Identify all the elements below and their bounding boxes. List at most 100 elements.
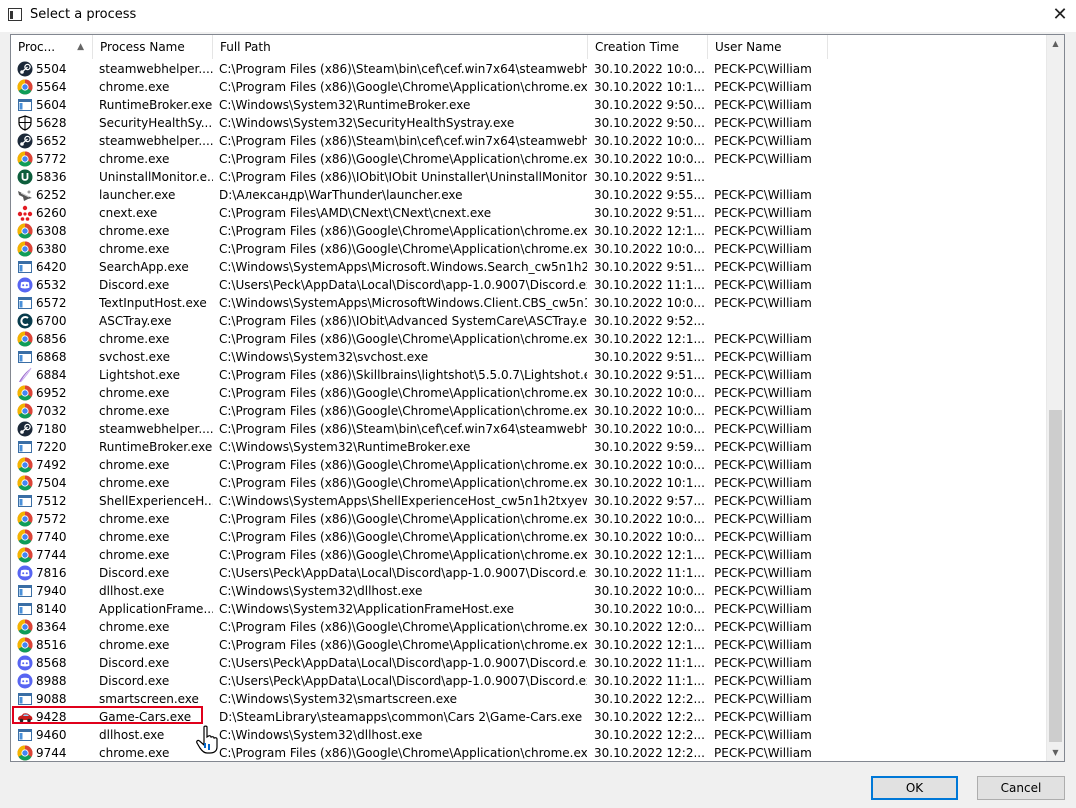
user-name: PECK-PC\William <box>714 656 812 670</box>
ok-button[interactable]: OK <box>871 776 958 800</box>
user-name: PECK-PC\William <box>714 566 812 580</box>
table-row[interactable]: 9460 dllhost.exe C:\Windows\System32\dllho… <box>11 726 1046 744</box>
table-row[interactable]: 7032 chrome.exe C:\Program Files (x86)\Goo… <box>11 402 1046 420</box>
table-row[interactable]: 7180 steamwebhelper.... C:\Program Files (… <box>11 420 1046 438</box>
chrome-icon <box>17 457 33 473</box>
table-row[interactable]: 6260 cnext.exe C:\Program Files\AMD\CNext\… <box>11 204 1046 222</box>
discord-icon <box>17 277 33 293</box>
chrome-icon <box>17 529 33 545</box>
process-id: 5564 <box>36 80 67 94</box>
table-row[interactable]: 6856 chrome.exe C:\Program Files (x86)\Goo… <box>11 330 1046 348</box>
creation-time: 30.10.2022 10:0... <box>594 422 705 436</box>
lightshot-icon <box>17 367 33 383</box>
creation-time: 30.10.2022 12:2... <box>594 746 705 760</box>
window-app-icon <box>17 727 33 743</box>
user-name: PECK-PC\William <box>714 512 812 526</box>
table-row[interactable]: 7744 chrome.exe C:\Program Files (x86)\Goo… <box>11 546 1046 564</box>
creation-time: 30.10.2022 10:0... <box>594 134 705 148</box>
window-app-icon <box>17 439 33 455</box>
process-name: chrome.exe <box>99 404 170 418</box>
table-row[interactable]: 7512 ShellExperienceH... C:\Windows\System… <box>11 492 1046 510</box>
process-name: Discord.exe <box>99 674 170 688</box>
table-row[interactable]: 6420 SearchApp.exe C:\Windows\SystemApps\M… <box>11 258 1046 276</box>
user-name: PECK-PC\William <box>714 494 812 508</box>
table-row[interactable]: 5628 SecurityHealthSy... C:\Windows\System… <box>11 114 1046 132</box>
table-row[interactable]: 7816 Discord.exe C:\Users\Peck\AppData\Loc… <box>11 564 1046 582</box>
advanced-systemcare-icon <box>17 313 33 329</box>
table-row[interactable]: 6572 TextInputHost.exe C:\Windows\SystemAp… <box>11 294 1046 312</box>
table-row[interactable]: 9744 chrome.exe C:\Program Files (x86)\Goo… <box>11 744 1046 761</box>
process-id: 9460 <box>36 728 67 742</box>
table-row[interactable]: 6884 Lightshot.exe C:\Program Files (x86)\… <box>11 366 1046 384</box>
user-name: PECK-PC\William <box>714 530 812 544</box>
table-row[interactable]: 7940 dllhost.exe C:\Windows\System32\dllho… <box>11 582 1046 600</box>
scrollbar-thumb[interactable] <box>1049 410 1062 742</box>
table-row[interactable]: 6952 chrome.exe C:\Program Files (x86)\Goo… <box>11 384 1046 402</box>
table-row[interactable]: 5504 steamwebhelper.... C:\Program Files (… <box>11 60 1046 78</box>
table-row[interactable]: 8988 Discord.exe C:\Users\Peck\AppData\Loc… <box>11 672 1046 690</box>
table-row[interactable]: 6868 svchost.exe C:\Windows\System32\svcho… <box>11 348 1046 366</box>
table-row[interactable]: 7740 chrome.exe C:\Program Files (x86)\Goo… <box>11 528 1046 546</box>
process-id: 8140 <box>36 602 67 616</box>
creation-time: 30.10.2022 10:0... <box>594 404 705 418</box>
process-rows: 5504 steamwebhelper.... C:\Program Files (… <box>11 60 1046 761</box>
table-row[interactable]: 7492 chrome.exe C:\Program Files (x86)\Goo… <box>11 456 1046 474</box>
table-row[interactable]: 6308 chrome.exe C:\Program Files (x86)\Goo… <box>11 222 1046 240</box>
window-app-icon <box>17 601 33 617</box>
table-row[interactable]: 5652 steamwebhelper.... C:\Program Files (… <box>11 132 1046 150</box>
process-id: 7744 <box>36 548 67 562</box>
table-row[interactable]: 6700 ASCTray.exe C:\Program Files (x86)\IO… <box>11 312 1046 330</box>
full-path: C:\Program Files (x86)\Google\Chrome\App… <box>219 386 587 400</box>
column-header-name[interactable]: Process Name <box>93 35 213 59</box>
column-header-pid[interactable]: Proc... ▲ <box>11 35 93 59</box>
user-name: PECK-PC\William <box>714 116 812 130</box>
vertical-scrollbar[interactable]: ▲ ▼ <box>1046 35 1064 761</box>
table-row[interactable]: 9088 smartscreen.exe C:\Windows\System32\s… <box>11 690 1046 708</box>
table-row[interactable]: 8364 chrome.exe C:\Program Files (x86)\Goo… <box>11 618 1046 636</box>
table-row[interactable]: 6532 Discord.exe C:\Users\Peck\AppData\Loc… <box>11 276 1046 294</box>
cancel-button[interactable]: Cancel <box>977 776 1065 800</box>
table-row[interactable]: 6380 chrome.exe C:\Program Files (x86)\Goo… <box>11 240 1046 258</box>
table-row[interactable]: 8568 Discord.exe C:\Users\Peck\AppData\Loc… <box>11 654 1046 672</box>
table-row[interactable]: 7572 chrome.exe C:\Program Files (x86)\Goo… <box>11 510 1046 528</box>
process-id: 6380 <box>36 242 67 256</box>
process-id: 8568 <box>36 656 67 670</box>
user-name: PECK-PC\William <box>714 134 812 148</box>
process-id: 6572 <box>36 296 67 310</box>
table-row[interactable]: 8516 chrome.exe C:\Program Files (x86)\Goo… <box>11 636 1046 654</box>
column-header-user[interactable]: User Name <box>708 35 828 59</box>
process-id: 8364 <box>36 620 67 634</box>
full-path: C:\Program Files (x86)\Steam\bin\cef\cef… <box>219 134 587 148</box>
table-row[interactable]: 5772 chrome.exe C:\Program Files (x86)\Goo… <box>11 150 1046 168</box>
table-row[interactable]: 7504 chrome.exe C:\Program Files (x86)\Goo… <box>11 474 1046 492</box>
table-row[interactable]: 9428 Game-Cars.exe D:\SteamLibrary\steamap… <box>11 708 1046 726</box>
scroll-down-arrow-icon[interactable]: ▼ <box>1047 744 1064 761</box>
table-row[interactable]: 5564 chrome.exe C:\Program Files (x86)\Goo… <box>11 78 1046 96</box>
process-name: ShellExperienceH... <box>99 494 213 508</box>
user-name: PECK-PC\William <box>714 332 812 346</box>
close-button[interactable]: ✕ <box>1044 0 1076 32</box>
window-app-icon <box>17 583 33 599</box>
creation-time: 30.10.2022 12:2... <box>594 710 705 724</box>
process-id: 9088 <box>36 692 67 706</box>
full-path: C:\Program Files (x86)\Google\Chrome\App… <box>219 638 587 652</box>
full-path: C:\Program Files (x86)\Google\Chrome\App… <box>219 476 587 490</box>
table-row[interactable]: 6252 launcher.exe D:\Александр\WarThunder\… <box>11 186 1046 204</box>
process-list[interactable]: Proc... ▲ Process Name Full Path Creatio… <box>10 34 1065 762</box>
full-path: C:\Users\Peck\AppData\Local\Discord\app-… <box>219 566 587 580</box>
creation-time: 30.10.2022 11:1... <box>594 674 705 688</box>
scroll-up-arrow-icon[interactable]: ▲ <box>1047 35 1064 52</box>
table-row[interactable]: 8140 ApplicationFrame... C:\Windows\System… <box>11 600 1046 618</box>
process-id: 5772 <box>36 152 67 166</box>
full-path: C:\Program Files (x86)\Google\Chrome\App… <box>219 548 587 562</box>
table-row[interactable]: 7220 RuntimeBroker.exe C:\Windows\System32… <box>11 438 1046 456</box>
full-path: C:\Program Files (x86)\Google\Chrome\App… <box>219 242 587 256</box>
user-name: PECK-PC\William <box>714 692 812 706</box>
full-path: C:\Program Files (x86)\Google\Chrome\App… <box>219 458 587 472</box>
table-row[interactable]: 5836 UninstallMonitor.e... C:\Program File… <box>11 168 1046 186</box>
table-row[interactable]: 5604 RuntimeBroker.exe C:\Windows\System32… <box>11 96 1046 114</box>
column-header-path[interactable]: Full Path <box>213 35 588 59</box>
column-header-time[interactable]: Creation Time <box>588 35 708 59</box>
process-id: 7572 <box>36 512 67 526</box>
user-name: PECK-PC\William <box>714 350 812 364</box>
